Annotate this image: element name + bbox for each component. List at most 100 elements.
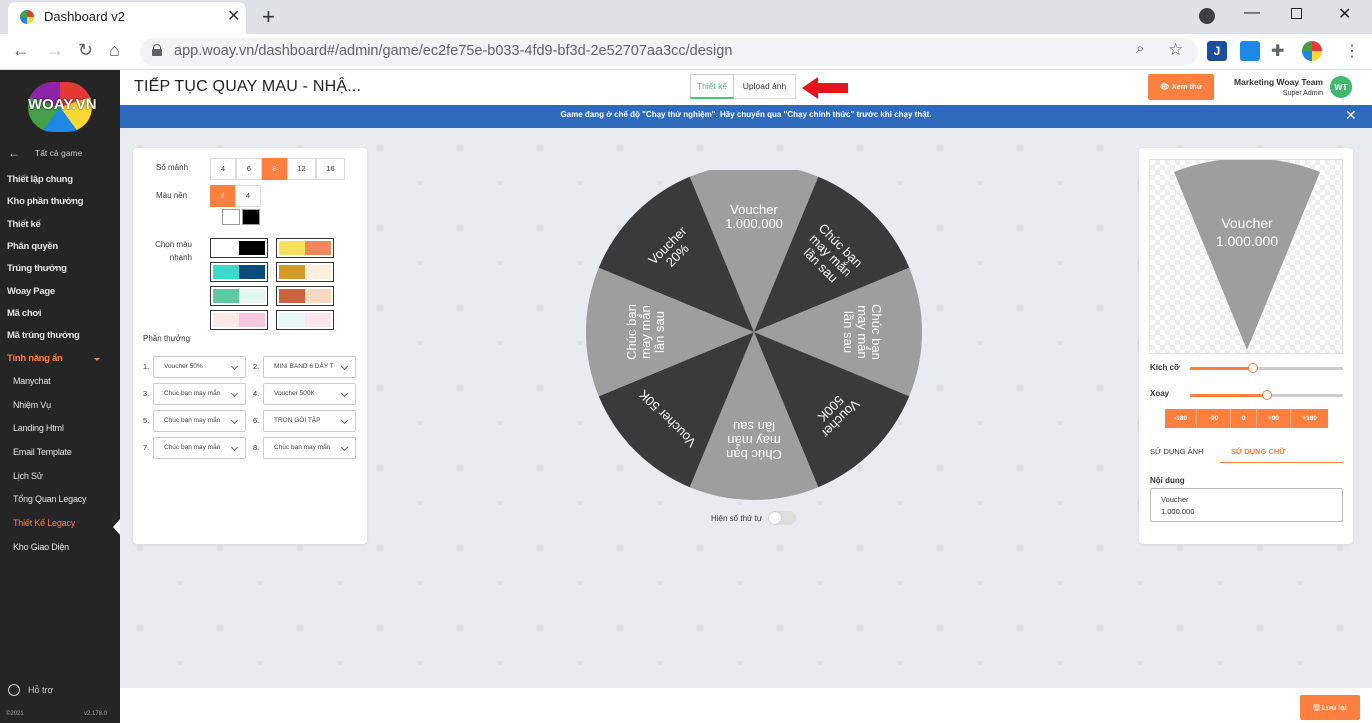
extension-drop-icon[interactable] <box>1240 41 1260 61</box>
prize-select-5[interactable]: Chúc bạn may mắn <box>153 410 246 432</box>
favicon-icon <box>20 10 34 24</box>
pieces-option-12[interactable]: 12 <box>287 158 316 180</box>
bg-color-option-4[interactable]: 4 <box>235 185 261 207</box>
back-icon[interactable]: ← <box>12 40 30 61</box>
lucky-wheel[interactable]: Voucher1.000.000 Chúc bạnmay mắnlần sauCh… <box>584 170 924 510</box>
tab-use-text[interactable]: SỬ DỤNG CHỮ <box>1231 447 1286 456</box>
sidebar-subitem-missions[interactable]: Nhiệm Vụ <box>13 400 51 410</box>
quick-palette-3[interactable] <box>210 262 268 282</box>
browser-menu-icon[interactable]: ⋮ <box>1344 41 1360 61</box>
profile-avatar-icon[interactable] <box>1302 41 1322 61</box>
reload-icon[interactable]: ↻ <box>78 40 93 61</box>
bg-color-option-2[interactable]: 2 <box>210 185 235 207</box>
bg-color-swatch-1[interactable] <box>222 209 240 225</box>
rotate-zero-button[interactable]: 0 <box>1231 409 1257 428</box>
help-link[interactable]: Hỗ trợ <box>28 685 53 695</box>
sidebar-subitem-overview-legacy[interactable]: Tổng Quan Legacy <box>13 494 87 504</box>
rotate-minus-90-button[interactable]: -90 <box>1197 409 1231 428</box>
sidebar-subitem-theme-store[interactable]: Kho Giao Diện <box>13 542 69 552</box>
rotate-minus-180-button[interactable]: -180 <box>1165 409 1197 428</box>
sidebar-subitem-landing-html[interactable]: Landing Html <box>13 423 64 433</box>
banner-close-icon[interactable]: ✕ <box>1345 107 1357 124</box>
help-icon[interactable] <box>8 684 20 696</box>
prize-select-6[interactable]: TRỌN GÓI TẬP <box>263 410 356 432</box>
size-slider-handle[interactable] <box>1247 363 1258 373</box>
quick-palette-5[interactable] <box>210 286 268 306</box>
prize-select-3[interactable]: Chúc bạn may mắn <box>153 383 246 405</box>
extensions-puzzle-icon[interactable]: ✚ <box>1271 41 1284 61</box>
lock-icon[interactable] <box>152 44 162 56</box>
prize-select-2[interactable]: MINI BAND 6 DÂY T <box>263 356 356 378</box>
quick-palette-1[interactable] <box>210 238 268 258</box>
avatar[interactable]: WT <box>1330 76 1352 98</box>
content-textarea[interactable]: Voucher 1.000.000 <box>1150 488 1343 522</box>
rotate-label: Xoay <box>1150 389 1170 398</box>
all-games-link[interactable]: Tất cả game <box>35 148 82 158</box>
svg-text:lần sau: lần sau <box>841 311 856 353</box>
restore-icon[interactable] <box>1291 8 1302 19</box>
quick-palette-6[interactable] <box>276 286 334 306</box>
bg-color-label: Màu nền <box>156 191 188 200</box>
prize-select-7[interactable]: Chúc bạn may mắn <box>153 437 246 459</box>
sidebar-item-permissions[interactable]: Phân quyền <box>7 241 58 252</box>
sidebar-item-woay-page[interactable]: Woay Page <box>7 286 55 297</box>
rotate-plus-180-button[interactable]: +180 <box>1291 409 1328 428</box>
tab-upload-image[interactable]: Upload ảnh <box>734 74 796 99</box>
pieces-option-6[interactable]: 6 <box>236 158 262 180</box>
close-tab-icon[interactable]: ✕ <box>227 6 240 26</box>
prize-number: 4. <box>253 389 260 398</box>
bg-color-swatch-2[interactable] <box>242 209 260 225</box>
quick-palette-7[interactable] <box>210 310 268 330</box>
minimize-icon[interactable]: — <box>1244 4 1260 22</box>
url-text[interactable]: app.woay.vn/dashboard#/admin/game/ec2fe7… <box>174 43 732 59</box>
sidebar-item-win-codes[interactable]: Mã trúng thưởng <box>7 330 80 341</box>
preview-button[interactable]: 👁 Xem thử <box>1148 74 1214 100</box>
save-icon: 🖫 <box>1313 703 1322 712</box>
sidebar-subitem-history[interactable]: Lịch Sử <box>13 471 43 481</box>
svg-text:may mắn: may mắn <box>638 305 653 358</box>
pieces-option-4[interactable]: 4 <box>210 158 236 180</box>
sidebar-item-design[interactable]: Thiết kế <box>7 219 41 230</box>
zoom-icon[interactable]: ⌕ <box>1136 40 1144 57</box>
prize-select-1[interactable]: Voucher 50% <box>153 356 246 378</box>
copyright-text: ©2021 <box>6 711 24 717</box>
forward-icon[interactable]: → <box>46 40 64 61</box>
sidebar-item-winners[interactable]: Trúng thưởng <box>7 263 67 274</box>
sidebar-item-reward-store[interactable]: Kho phần thưởng <box>7 196 83 207</box>
sidebar-subitem-email-template[interactable]: Email Template <box>13 447 72 457</box>
sidebar-item-hidden-features[interactable]: Tính năng ẩn <box>7 353 63 364</box>
sidebar <box>0 70 120 723</box>
eye-icon: 👁 <box>1159 82 1172 91</box>
rotate-slider-handle[interactable] <box>1261 390 1272 400</box>
pieces-option-8[interactable]: 8 <box>262 158 287 180</box>
tab-design[interactable]: Thiết kế <box>690 74 734 99</box>
tab-use-image[interactable]: SỬ DỤNG ẢNH <box>1150 447 1204 456</box>
sidebar-item-play-codes[interactable]: Mã chơi <box>7 308 42 319</box>
sidebar-subitem-design-legacy[interactable]: Thiết Kế Legacy <box>13 518 75 528</box>
quick-palette-8[interactable] <box>276 310 334 330</box>
chevron-down-icon[interactable] <box>94 358 100 361</box>
rotate-plus-90-button[interactable]: +90 <box>1257 409 1291 428</box>
sidebar-subitem-manychat[interactable]: Manychat <box>13 376 51 386</box>
bookmark-star-icon[interactable]: ☆ <box>1168 40 1183 60</box>
prize-select-8[interactable]: Chúc bạn may mắn <box>263 437 356 459</box>
profile-menu-icon[interactable] <box>1199 8 1215 24</box>
prize-select-4[interactable]: Voucher 500K <box>263 383 356 405</box>
window-close-icon[interactable]: ✕ <box>1338 4 1351 24</box>
toggle-knob[interactable] <box>769 512 781 524</box>
pieces-option-16[interactable]: 16 <box>316 158 345 180</box>
preview-button-label: Xem thử <box>1171 82 1203 91</box>
back-arrow-icon[interactable]: ← <box>8 146 20 160</box>
extension-j-icon[interactable]: J <box>1207 41 1227 61</box>
home-icon[interactable]: ⌂ <box>109 40 120 61</box>
prizes-label: Phần thưởng <box>143 334 191 343</box>
tab-active-underline <box>1220 462 1343 463</box>
new-tab-icon[interactable]: + <box>262 4 275 30</box>
quick-palette-4[interactable] <box>276 262 334 282</box>
sidebar-item-general-settings[interactable]: Thiết lập chung <box>7 174 73 185</box>
prize-number: 1. <box>143 362 150 371</box>
quick-palette-2[interactable] <box>276 238 334 258</box>
svg-text:may mắn: may mắn <box>855 305 870 358</box>
prize-number: 7. <box>143 443 150 452</box>
save-button[interactable]: 🖫 Lưu lại <box>1300 695 1360 720</box>
